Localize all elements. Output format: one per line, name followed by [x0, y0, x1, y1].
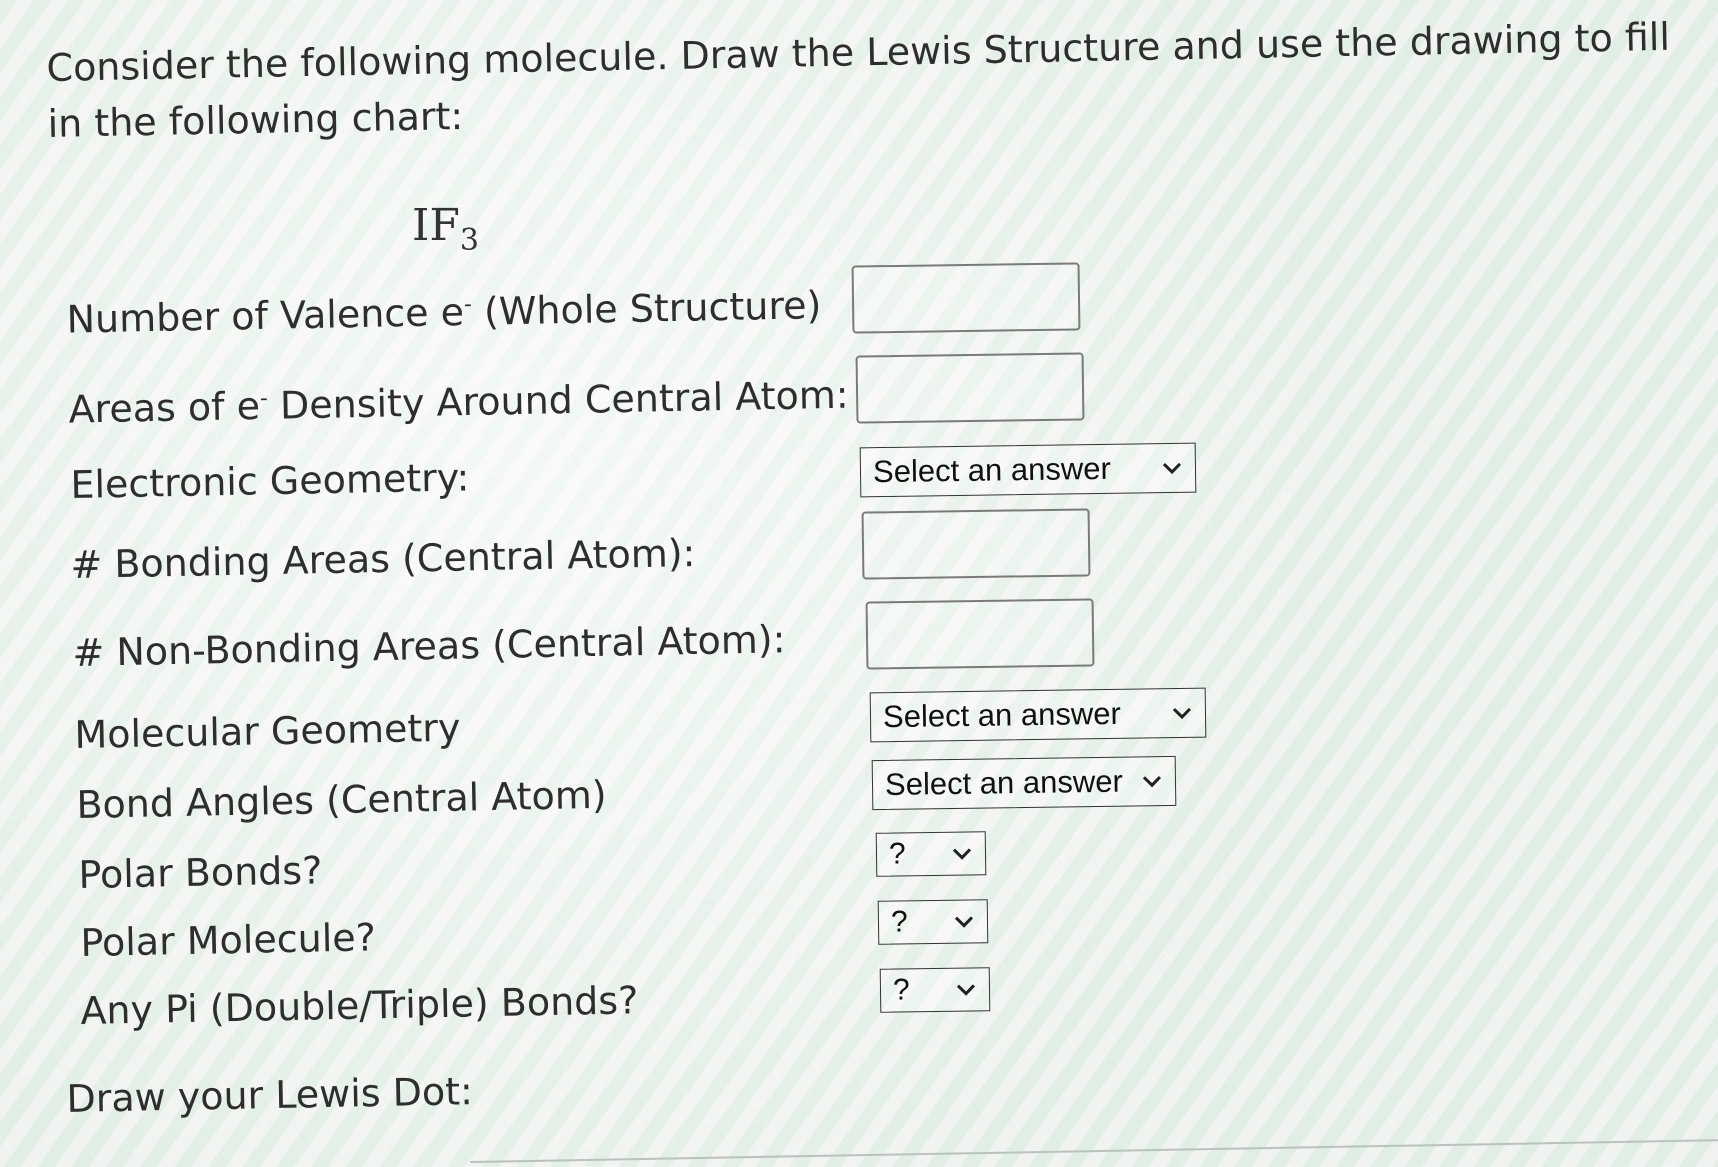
formula-subscript: 3	[459, 222, 480, 258]
bonding-areas-label: # Bonding Areas (Central Atom):	[70, 531, 696, 587]
polar-bonds-label: Polar Bonds?	[78, 848, 323, 897]
bond-angles-select[interactable]: Select an answer	[871, 755, 1177, 811]
molecular-geometry-select[interactable]: Select an answer	[869, 687, 1207, 743]
valence-electrons-input[interactable]	[851, 262, 1081, 334]
nonbonding-areas-label: # Non-Bonding Areas (Central Atom):	[72, 617, 786, 675]
draw-lewis-label: Draw your Lewis Dot:	[66, 1069, 474, 1121]
chevron-down-icon	[954, 916, 974, 928]
pi-bonds-value: ?	[892, 973, 910, 1007]
polar-bonds-value: ?	[888, 837, 906, 871]
bond-angles-value: Select an answer	[884, 763, 1124, 802]
chevron-down-icon	[1142, 776, 1162, 788]
polar-molecule-select[interactable]: ?	[877, 899, 989, 945]
valence-electrons-label: Number of Valence e- (Whole Structure)	[66, 283, 822, 342]
molecular-geometry-value: Select an answer	[882, 695, 1122, 735]
polar-bonds-select[interactable]: ?	[875, 831, 987, 877]
electron-density-label: Areas of e- Density Around Central Atom:	[68, 372, 849, 432]
electronic-geometry-label: Electronic Geometry:	[70, 455, 470, 507]
electronic-geometry-value: Select an answer	[872, 450, 1112, 490]
molecular-geometry-label: Molecular Geometry	[74, 705, 461, 757]
formula-base: IF	[412, 200, 460, 251]
chevron-down-icon	[1172, 707, 1192, 720]
polar-molecule-label: Polar Molecule?	[80, 915, 377, 965]
nonbonding-areas-input[interactable]	[865, 598, 1095, 670]
bonding-areas-input[interactable]	[861, 508, 1091, 580]
chevron-down-icon	[952, 848, 972, 860]
question-prompt: Consider the following molecule. Draw th…	[46, 14, 1671, 146]
polar-molecule-value: ?	[890, 905, 908, 939]
chevron-down-icon	[956, 984, 976, 996]
pi-bonds-label: Any Pi (Double/Triple) Bonds?	[80, 978, 639, 1033]
drawing-area-border	[470, 1139, 1718, 1163]
chevron-down-icon	[1162, 462, 1182, 475]
bond-angles-label: Bond Angles (Central Atom)	[76, 772, 607, 827]
electron-density-input[interactable]	[855, 352, 1085, 424]
electronic-geometry-select[interactable]: Select an answer	[859, 442, 1197, 498]
molecule-formula: IF3	[412, 200, 479, 258]
pi-bonds-select[interactable]: ?	[879, 967, 991, 1013]
